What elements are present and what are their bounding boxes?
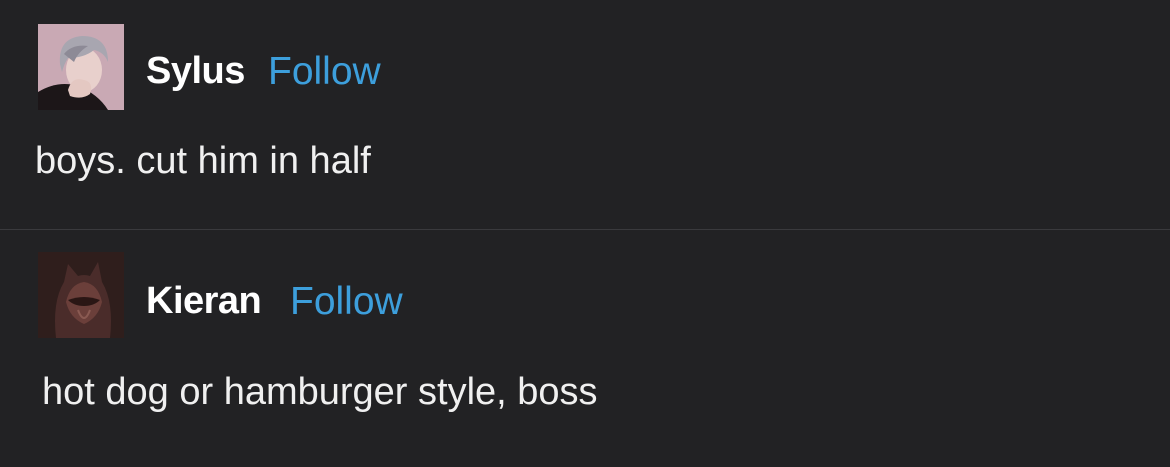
avatar[interactable] — [38, 24, 124, 110]
avatar[interactable] — [38, 252, 124, 338]
username[interactable]: Sylus — [146, 50, 245, 93]
follow-button[interactable]: Follow — [290, 280, 403, 324]
username[interactable]: Kieran — [146, 280, 262, 323]
post-kieran: Kieran Follow hot dog or hamburger style… — [0, 230, 1170, 467]
follow-button[interactable]: Follow — [268, 50, 381, 94]
user-avatar-icon — [38, 24, 124, 110]
post-text: boys. cut him in half — [35, 140, 371, 182]
post-sylus: Sylus Follow boys. cut him in half — [0, 0, 1170, 229]
post-text: hot dog or hamburger style, boss — [42, 371, 598, 413]
user-avatar-icon — [38, 252, 124, 338]
